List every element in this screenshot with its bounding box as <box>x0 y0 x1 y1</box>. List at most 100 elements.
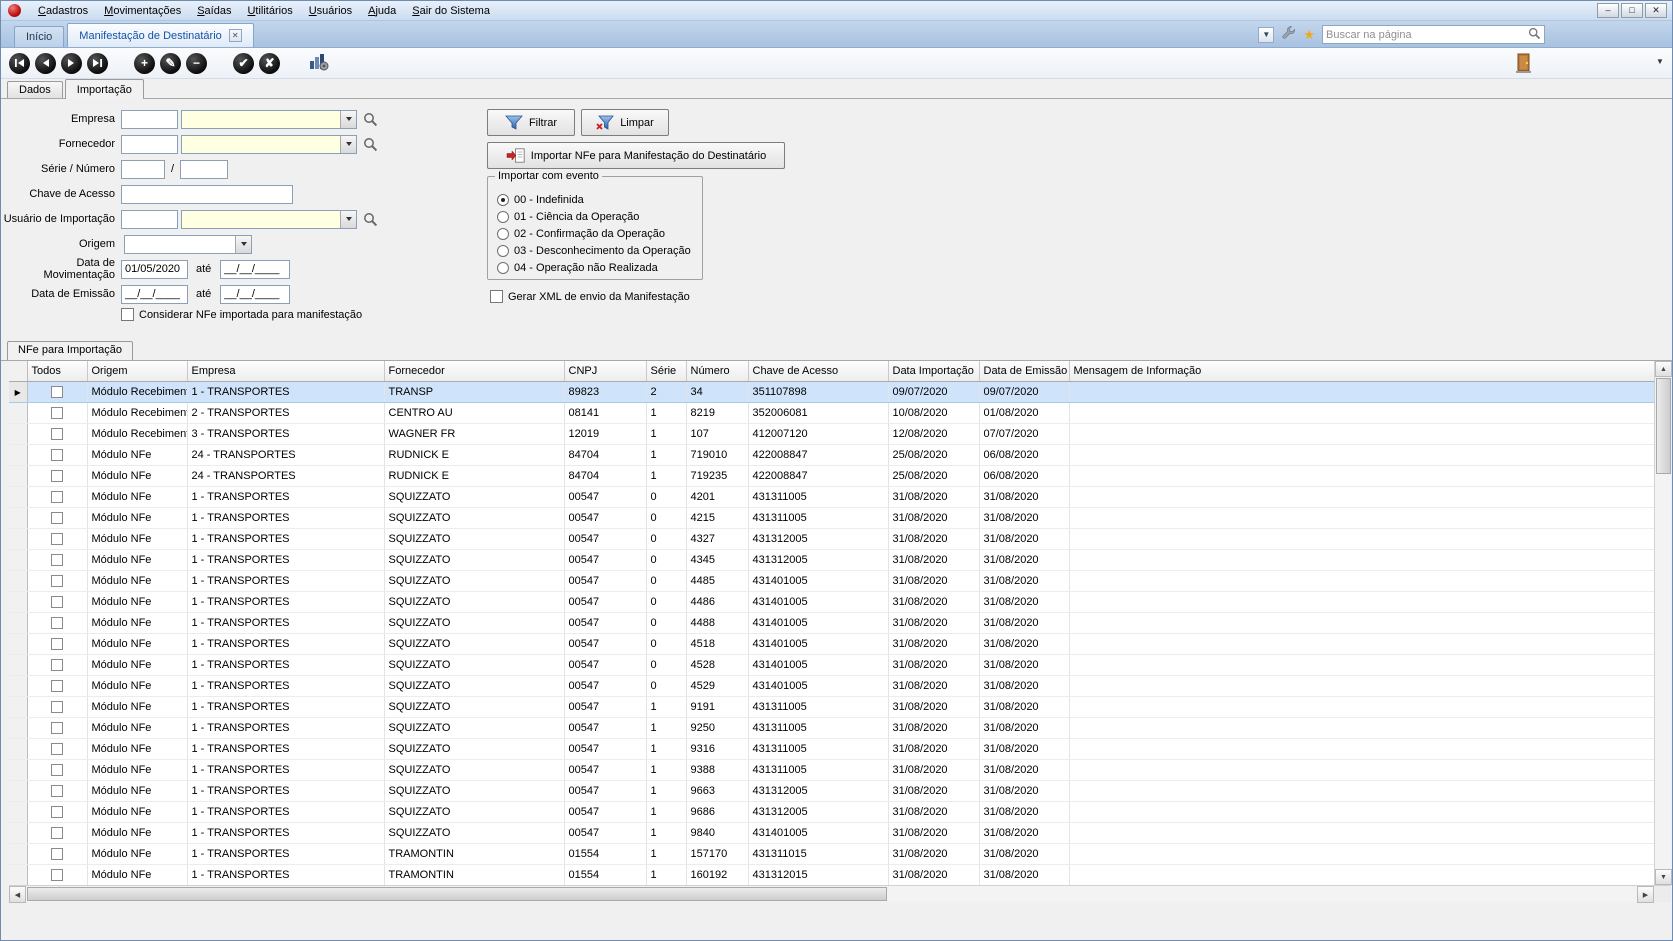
grid-row[interactable]: Módulo NFe 1 - TRANSPORTES SQUIZZATO 005… <box>9 738 1654 759</box>
data-emissao-de-input[interactable] <box>121 285 188 304</box>
considerar-nfe-checkbox[interactable]: Considerar NFe importada para manifestaç… <box>121 308 362 321</box>
search-icon[interactable] <box>1528 27 1541 43</box>
minimize-button[interactable]: – <box>1597 3 1619 18</box>
next-record-button[interactable] <box>61 53 82 74</box>
evento-option-04[interactable]: 04 - Operação não Realizada <box>497 261 702 274</box>
radio-icon[interactable] <box>497 228 509 240</box>
row-checkbox[interactable] <box>51 491 63 503</box>
usuario-combo[interactable] <box>181 210 357 229</box>
row-checkbox[interactable] <box>51 701 63 713</box>
usuario-code-input[interactable] <box>121 210 178 229</box>
previous-record-button[interactable] <box>35 53 56 74</box>
grid-row[interactable]: Módulo NFe 1 - TRANSPORTES SQUIZZATO 005… <box>9 486 1654 507</box>
row-checkbox[interactable] <box>51 764 63 776</box>
row-checkbox[interactable] <box>51 554 63 566</box>
evento-option-01[interactable]: 01 - Ciência da Operação <box>497 210 702 223</box>
fornecedor-code-input[interactable] <box>121 135 178 154</box>
grid-row[interactable]: Módulo NFe 1 - TRANSPORTES SQUIZZATO 005… <box>9 654 1654 675</box>
scroll-right-icon[interactable]: ▶ <box>1637 886 1654 903</box>
usuario-lookup-icon[interactable] <box>363 212 378 227</box>
grid-vertical-scrollbar[interactable]: ▲ ▼ <box>1654 361 1671 885</box>
filtrar-button[interactable]: Filtrar <box>487 109 575 136</box>
grid-row[interactable]: Módulo NFe 1 - TRANSPORTES SQUIZZATO 005… <box>9 801 1654 822</box>
tab-nfe-para-importacao[interactable]: NFe para Importação <box>7 341 133 360</box>
gerar-xml-checkbox[interactable]: Gerar XML de envio da Manifestação <box>490 290 690 303</box>
radio-icon[interactable] <box>497 245 509 257</box>
radio-icon[interactable] <box>497 194 509 206</box>
grid-row[interactable]: Módulo Recebimento 2 - TRANSPORTES CENTR… <box>9 402 1654 423</box>
grid-row[interactable]: Módulo NFe 1 - TRANSPORTES SQUIZZATO 005… <box>9 528 1654 549</box>
grid-row[interactable]: Módulo NFe 1 - TRANSPORTES SQUIZZATO 005… <box>9 759 1654 780</box>
origem-combo-arrow-icon[interactable] <box>235 236 251 253</box>
grid-row[interactable]: Módulo Recebimento 3 - TRANSPORTES WAGNE… <box>9 423 1654 444</box>
add-record-button[interactable]: + <box>134 53 155 74</box>
col-header-fornecedor[interactable]: Fornecedor <box>384 361 564 381</box>
row-checkbox[interactable] <box>51 449 63 461</box>
report-chart-button[interactable] <box>306 52 330 74</box>
fornecedor-combo[interactable] <box>181 135 357 154</box>
tab-importacao[interactable]: Importação <box>65 79 144 99</box>
row-checkbox[interactable] <box>51 470 63 482</box>
empresa-lookup-icon[interactable] <box>363 112 378 127</box>
menu-usuarios[interactable]: Usuários <box>301 2 360 20</box>
row-checkbox[interactable] <box>51 407 63 419</box>
fornecedor-lookup-icon[interactable] <box>363 137 378 152</box>
wrench-icon[interactable] <box>1281 26 1296 44</box>
col-header-cnpj[interactable]: CNPJ <box>564 361 646 381</box>
grid-row[interactable]: Módulo NFe 24 - TRANSPORTES RUDNICK E 84… <box>9 444 1654 465</box>
grid-row[interactable]: Módulo NFe 1 - TRANSPORTES SQUIZZATO 005… <box>9 591 1654 612</box>
empresa-combo[interactable] <box>181 110 357 129</box>
row-checkbox[interactable] <box>51 659 63 671</box>
tab-manifestacao-destinatario[interactable]: Manifestação de Destinatário ✕ <box>67 23 253 47</box>
menu-saidas[interactable]: Saídas <box>189 2 239 20</box>
page-search-input[interactable] <box>1326 29 1528 41</box>
tab-close-icon[interactable]: ✕ <box>229 29 242 42</box>
menu-sair[interactable]: Sair do Sistema <box>404 2 498 20</box>
empresa-combo-arrow-icon[interactable] <box>340 111 356 128</box>
col-header-serie[interactable]: Série <box>646 361 686 381</box>
menu-cadastros[interactable]: Cadastros <box>30 2 96 20</box>
grid-row[interactable]: Módulo NFe 1 - TRANSPORTES SQUIZZATO 005… <box>9 507 1654 528</box>
row-checkbox[interactable] <box>51 617 63 629</box>
col-header-numero[interactable]: Número <box>686 361 748 381</box>
first-record-button[interactable] <box>9 53 30 74</box>
evento-option-02[interactable]: 02 - Confirmação da Operação <box>497 227 702 240</box>
grid-row[interactable]: ▶ Módulo Recebimento 1 - TRANSPORTES TRA… <box>9 381 1654 402</box>
col-header-todos[interactable]: Todos <box>27 361 87 381</box>
serie-input[interactable] <box>121 160 165 179</box>
grid-row[interactable]: Módulo NFe 1 - TRANSPORTES SQUIZZATO 005… <box>9 612 1654 633</box>
col-header-empresa[interactable]: Empresa <box>187 361 384 381</box>
evento-option-00[interactable]: 00 - Indefinida <box>497 193 702 206</box>
chave-acesso-input[interactable] <box>121 185 293 204</box>
radio-icon[interactable] <box>497 211 509 223</box>
col-header-data-importacao[interactable]: Data Importação <box>888 361 979 381</box>
grid-row[interactable]: Módulo NFe 1 - TRANSPORTES TRAMONTIN 015… <box>9 864 1654 885</box>
row-checkbox[interactable] <box>51 575 63 587</box>
checkbox-icon[interactable] <box>121 308 134 321</box>
tab-dados[interactable]: Dados <box>7 81 63 98</box>
row-checkbox[interactable] <box>51 827 63 839</box>
row-checkbox[interactable] <box>51 785 63 797</box>
grid-row[interactable]: Módulo NFe 1 - TRANSPORTES SQUIZZATO 005… <box>9 717 1654 738</box>
col-header-data-emissao[interactable]: Data de Emissão <box>979 361 1069 381</box>
grid-row[interactable]: Módulo NFe 1 - TRANSPORTES SQUIZZATO 005… <box>9 696 1654 717</box>
grid-horizontal-scrollbar[interactable]: ◀ ▶ <box>9 885 1654 902</box>
row-checkbox[interactable] <box>51 869 63 881</box>
row-checkbox[interactable] <box>51 743 63 755</box>
grid-row[interactable]: Módulo NFe 24 - TRANSPORTES RUDNICK E 84… <box>9 465 1654 486</box>
toolbar-overflow-button[interactable]: ▼ <box>1653 57 1667 66</box>
row-checkbox[interactable] <box>51 722 63 734</box>
empresa-code-input[interactable] <box>121 110 178 129</box>
tab-list-dropdown-button[interactable]: ▼ <box>1258 27 1274 43</box>
checkbox-icon[interactable] <box>490 290 503 303</box>
row-checkbox[interactable] <box>51 680 63 692</box>
limpar-button[interactable]: Limpar <box>581 109 669 136</box>
row-checkbox[interactable] <box>51 638 63 650</box>
cancel-button[interactable]: ✘ <box>259 53 280 74</box>
row-checkbox[interactable] <box>51 428 63 440</box>
close-button[interactable]: ✕ <box>1645 3 1667 18</box>
grid-row[interactable]: Módulo NFe 1 - TRANSPORTES SQUIZZATO 005… <box>9 633 1654 654</box>
vertical-scroll-thumb[interactable] <box>1656 378 1671 474</box>
numero-input[interactable] <box>180 160 228 179</box>
grid-row[interactable]: Módulo NFe 1 - TRANSPORTES SQUIZZATO 005… <box>9 675 1654 696</box>
